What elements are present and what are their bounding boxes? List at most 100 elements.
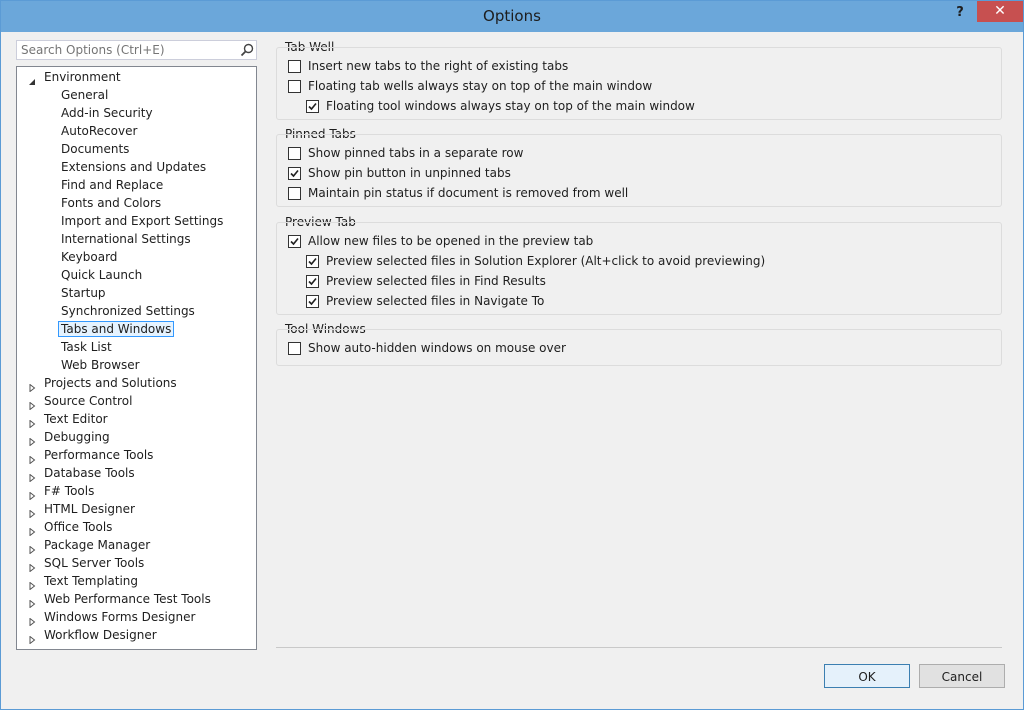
tree-item-keyboard[interactable]: Keyboard <box>58 248 120 266</box>
tree-item-extensions-and-updates[interactable]: Extensions and Updates <box>58 158 209 176</box>
cancel-button[interactable]: Cancel <box>919 664 1005 688</box>
checkbox-checked[interactable] <box>306 255 319 268</box>
close-button[interactable]: ✕ <box>977 1 1023 22</box>
search-icon[interactable] <box>240 43 254 57</box>
tree-item-sql-server-tools[interactable]: SQL Server Tools <box>29 554 147 573</box>
tree-item-find-and-replace[interactable]: Find and Replace <box>58 176 166 194</box>
tree-item-label: Web Browser <box>61 358 140 372</box>
tree-item-label: Windows Forms Designer <box>44 610 196 624</box>
tree-item-label: Projects and Solutions <box>44 376 177 390</box>
tree-item-label: Database Tools <box>44 466 135 480</box>
tree-item-tabs-and-windows[interactable]: Tabs and Windows <box>58 320 175 338</box>
tree-item-general[interactable]: General <box>58 86 111 104</box>
tree-item-windows-forms-designer[interactable]: Windows Forms Designer <box>29 608 198 627</box>
tree-item-label: Synchronized Settings <box>61 304 195 318</box>
tree-item-source-control[interactable]: Source Control <box>29 392 135 411</box>
collapsed-arrow-icon[interactable] <box>28 559 36 573</box>
checkbox-unchecked[interactable] <box>288 187 301 200</box>
tree-item-label: Tabs and Windows <box>58 321 175 337</box>
checkbox-unchecked[interactable] <box>288 60 301 73</box>
tree-item-database-tools[interactable]: Database Tools <box>29 464 138 483</box>
tree-item-label: Quick Launch <box>61 268 143 282</box>
tree-item-web-performance-test-tools[interactable]: Web Performance Test Tools <box>29 590 214 609</box>
option-label: Floating tool windows always stay on top… <box>326 99 695 113</box>
checkbox-checked[interactable] <box>288 167 301 180</box>
tree-item-projects-and-solutions[interactable]: Projects and Solutions <box>29 374 180 393</box>
collapsed-arrow-icon[interactable] <box>28 469 36 483</box>
tree-item-workflow-designer[interactable]: Workflow Designer <box>29 626 160 645</box>
tree-item-package-manager[interactable]: Package Manager <box>29 536 153 555</box>
tree-item-label: Workflow Designer <box>44 628 157 642</box>
tree-item-add-in-security[interactable]: Add-in Security <box>58 104 156 122</box>
tree-item-label: AutoRecover <box>61 124 138 138</box>
option-label: Show pinned tabs in a separate row <box>308 146 524 160</box>
tree-item-text-templating[interactable]: Text Templating <box>29 572 141 591</box>
collapsed-arrow-icon[interactable] <box>28 415 36 429</box>
option-label: Show pin button in unpinned tabs <box>308 166 511 180</box>
collapsed-arrow-icon[interactable] <box>28 631 36 645</box>
ok-button[interactable]: OK <box>824 664 910 688</box>
tree-item-international-settings[interactable]: International Settings <box>58 230 194 248</box>
tree-item-environment[interactable]: Environment <box>29 68 124 86</box>
tree-item-label: F# Tools <box>44 484 95 498</box>
tree-item-web-browser[interactable]: Web Browser <box>58 356 143 374</box>
tree-item-label: Find and Replace <box>61 178 164 192</box>
tree-item-label: HTML Designer <box>44 502 135 516</box>
collapsed-arrow-icon[interactable] <box>28 433 36 447</box>
tree-item-task-list[interactable]: Task List <box>58 338 115 356</box>
expanded-arrow-icon[interactable] <box>28 73 36 85</box>
tree-item-autorecover[interactable]: AutoRecover <box>58 122 140 140</box>
checkbox-checked[interactable] <box>288 235 301 248</box>
dialog-title: Options <box>483 7 541 25</box>
tree-item-label: SQL Server Tools <box>44 556 145 570</box>
tree-item-label: Task List <box>61 340 112 354</box>
collapsed-arrow-icon[interactable] <box>28 487 36 501</box>
tree-item-label: Documents <box>61 142 130 156</box>
search-input[interactable] <box>17 41 236 59</box>
checkbox-unchecked[interactable] <box>288 80 301 93</box>
tree-item-office-tools[interactable]: Office Tools <box>29 518 115 537</box>
option-label: Floating tab wells always stay on top of… <box>308 79 653 93</box>
tree-item-text-editor[interactable]: Text Editor <box>29 410 111 429</box>
collapsed-arrow-icon[interactable] <box>28 541 36 555</box>
checkbox-checked[interactable] <box>306 275 319 288</box>
checkbox-unchecked[interactable] <box>288 147 301 160</box>
tree-item-label: Text Templating <box>44 574 139 588</box>
tree-item-synchronized-settings[interactable]: Synchronized Settings <box>58 302 198 320</box>
dialog-content: Environment General Add-in Security AutoRe… <box>8 32 1016 702</box>
option-label: Allow new files to be opened in the prev… <box>308 234 594 248</box>
collapsed-arrow-icon[interactable] <box>28 379 36 393</box>
help-button[interactable]: ? <box>949 3 971 23</box>
checkbox-checked[interactable] <box>306 295 319 308</box>
tree-item-html-designer[interactable]: HTML Designer <box>29 500 138 519</box>
collapsed-arrow-icon[interactable] <box>28 397 36 411</box>
option-label: Preview selected files in Find Results <box>326 274 546 288</box>
option-label: Show auto-hidden windows on mouse over <box>308 341 566 355</box>
options-tree[interactable]: Environment General Add-in Security AutoRe… <box>16 66 257 650</box>
tree-item-label: International Settings <box>61 232 191 246</box>
tree-item-label: General <box>61 88 109 102</box>
tree-item-startup[interactable]: Startup <box>58 284 109 302</box>
collapsed-arrow-icon[interactable] <box>28 451 36 465</box>
tree-item-quick-launch[interactable]: Quick Launch <box>58 266 145 284</box>
tree-item-f-tools[interactable]: F# Tools <box>29 482 97 501</box>
checkbox-unchecked[interactable] <box>288 342 301 355</box>
tree-item-import-and-export-settings[interactable]: Import and Export Settings <box>58 212 226 230</box>
tree-item-label: Web Performance Test Tools <box>44 592 211 606</box>
tree-item-documents[interactable]: Documents <box>58 140 132 158</box>
collapsed-arrow-icon[interactable] <box>28 613 36 627</box>
collapsed-arrow-icon[interactable] <box>28 505 36 519</box>
checkbox-checked[interactable] <box>306 100 319 113</box>
tree-item-debugging[interactable]: Debugging <box>29 428 113 447</box>
tree-item-fonts-and-colors[interactable]: Fonts and Colors <box>58 194 164 212</box>
tree-item-label: Fonts and Colors <box>61 196 162 210</box>
collapsed-arrow-icon[interactable] <box>28 523 36 537</box>
collapsed-arrow-icon[interactable] <box>28 595 36 609</box>
option-label: Preview selected files in Navigate To <box>326 294 545 308</box>
tree-item-label: Performance Tools <box>44 448 154 462</box>
options-dialog: Options ? ✕ Environment GeneralAdd-in S <box>0 0 1024 710</box>
tree-item-label: Package Manager <box>44 538 151 552</box>
tree-item-label: Debugging <box>44 430 110 444</box>
collapsed-arrow-icon[interactable] <box>28 577 36 591</box>
tree-item-performance-tools[interactable]: Performance Tools <box>29 446 156 465</box>
